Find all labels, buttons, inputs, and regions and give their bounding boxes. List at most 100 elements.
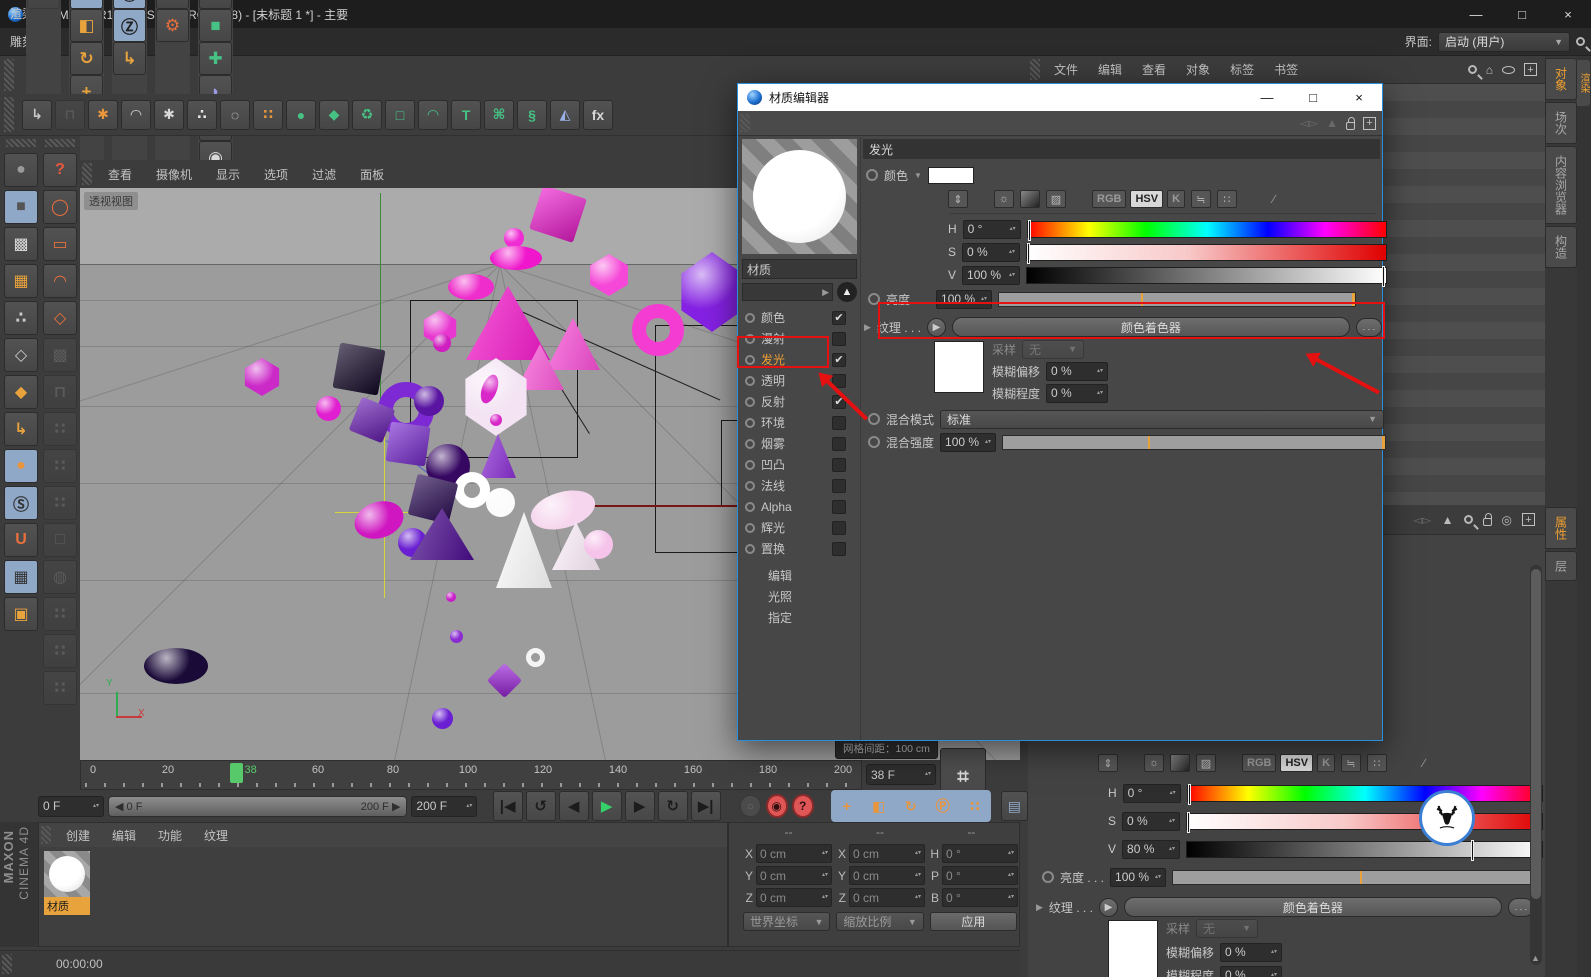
points-mode-icon[interactable]: ∴	[4, 301, 38, 335]
add-icon[interactable]: +	[1363, 116, 1376, 130]
hierarchy-icon[interactable]: ↳	[22, 99, 52, 130]
viewport-menu-item[interactable]: 选项	[252, 168, 300, 182]
coord-input[interactable]: 0 cm ▴▾	[849, 866, 925, 885]
minimize-button[interactable]: —	[1453, 0, 1499, 28]
globe-dim-icon[interactable]: ◍	[43, 560, 77, 594]
range-start-field[interactable]: 0 F ▴▾	[38, 795, 104, 817]
panel-tab[interactable]: 内容浏览器	[1545, 146, 1577, 224]
saturation-field[interactable]: 0 % ▴▾	[1122, 811, 1181, 831]
object-manager-menu-item[interactable]: 书签	[1264, 63, 1308, 77]
hue-slider[interactable]	[1186, 783, 1543, 805]
mograph-cluster-icon[interactable]: ✚	[199, 42, 232, 75]
dock-handle[interactable]	[6, 139, 36, 147]
channel-checkbox[interactable]	[832, 478, 846, 493]
texture-preview[interactable]	[1108, 920, 1158, 977]
channel-radio[interactable]	[745, 438, 755, 449]
search-icon[interactable]	[1463, 515, 1473, 524]
visibility-icon[interactable]	[1502, 65, 1515, 74]
expand-arrow-icon[interactable]: ▶	[1036, 902, 1043, 913]
timeline-range-slider[interactable]: ◀ 0 F 200 F ▶	[108, 795, 408, 817]
grid-pad-icon[interactable]: ∷	[43, 597, 77, 631]
next-key-button[interactable]: ↻	[657, 791, 688, 821]
grid-points-icon[interactable]: ∷	[253, 99, 283, 130]
channel-row[interactable]: 凹凸	[738, 454, 860, 475]
object-manager-menu-item[interactable]: 查看	[1132, 63, 1176, 77]
mix-strength-radio[interactable]	[868, 436, 880, 448]
channel-radio[interactable]	[745, 480, 755, 491]
prev-key-button[interactable]: ↺	[525, 791, 556, 821]
viewport-menu-item[interactable]: 过滤	[300, 168, 348, 182]
spinner-icon[interactable]: ▴▾	[466, 803, 472, 809]
polygon-points-icon[interactable]: ✱	[88, 99, 118, 130]
eyedropper-icon[interactable]: ∕	[1273, 192, 1275, 206]
rotate-icon[interactable]: ↻	[70, 42, 103, 75]
spectrum-icon[interactable]: ☼	[1144, 754, 1164, 772]
channel-radio[interactable]	[745, 375, 755, 386]
color-mode-chip[interactable]: HSV	[1130, 190, 1164, 208]
wire-cube-icon[interactable]: □	[385, 99, 415, 130]
channel-checkbox[interactable]	[832, 499, 846, 514]
close-button[interactable]: ×	[1545, 0, 1591, 28]
fx-icon[interactable]: fx	[583, 99, 613, 130]
viewport-menu-handle[interactable]	[82, 163, 92, 185]
texture-preset-button[interactable]: ▶	[1098, 897, 1118, 917]
channel-row[interactable]: 透明	[738, 370, 860, 391]
channel-extra-button[interactable]: 光照	[738, 586, 860, 607]
color-mode-chip[interactable]: HSV	[1280, 754, 1314, 772]
workplane-lock-icon[interactable]: ▦	[4, 560, 38, 594]
grid-pad-icon[interactable]: ∷	[43, 634, 77, 668]
coord-input[interactable]: 0 cm ▴▾	[756, 888, 832, 907]
keying-option-icon[interactable]: +	[832, 791, 862, 821]
scrollbar-thumb[interactable]	[1531, 569, 1541, 899]
keying-option-icon[interactable]: ∷	[960, 791, 990, 821]
channel-extra-button[interactable]: 指定	[738, 607, 860, 628]
preview-options-button[interactable]: ▲	[837, 282, 857, 302]
coord-input[interactable]: 0 cm ▴▾	[849, 844, 925, 863]
coord-input[interactable]: 0 ° ▴▾	[942, 888, 1018, 907]
material-name-label[interactable]: 材质	[44, 897, 90, 915]
channel-checkbox[interactable]	[832, 541, 846, 556]
channel-radio[interactable]	[745, 312, 755, 323]
grid-pad-icon[interactable]: ∷	[43, 486, 77, 520]
spline-pen-icon[interactable]: ◠	[121, 99, 151, 130]
color-radio[interactable]	[866, 169, 878, 181]
channel-radio[interactable]	[745, 459, 755, 470]
scroll-up-icon[interactable]: ▲	[1531, 953, 1540, 963]
swatches-icon[interactable]: ∷	[1367, 754, 1388, 772]
preview-shape-select[interactable]: ▶	[742, 283, 833, 301]
keyframe-selection-icon[interactable]: ○	[739, 794, 762, 818]
object-manager-menu-item[interactable]: 标签	[1220, 63, 1264, 77]
channel-row[interactable]: 环境	[738, 412, 860, 433]
goto-end-button[interactable]: ▶|	[690, 791, 721, 821]
panel-tab[interactable]: 层	[1545, 551, 1577, 581]
coordinate-system-icon[interactable]: ↳	[113, 42, 146, 75]
coord-input[interactable]: 0 ° ▴▾	[942, 866, 1018, 885]
gradient-icon[interactable]	[1020, 190, 1040, 208]
pen-tool-icon[interactable]: ∕	[199, 0, 232, 9]
interface-select[interactable]: 启动 (用户) ▼	[1438, 31, 1570, 52]
swirl-icon[interactable]: §	[517, 99, 547, 130]
home-icon[interactable]: ⌂	[1486, 63, 1493, 77]
expand-arrow-icon[interactable]: ▶	[864, 322, 871, 333]
hook-icon[interactable]: ⌘	[484, 99, 514, 130]
axis-mode-icon[interactable]: ↳	[4, 412, 38, 446]
rect-select-icon[interactable]: ▭	[43, 227, 77, 261]
search-icon[interactable]	[1576, 37, 1585, 46]
autokey-help-button[interactable]: ?	[791, 794, 814, 818]
lock-z-icon[interactable]: Ⓩ	[113, 9, 146, 42]
color-mode-chip[interactable]: K	[1167, 190, 1186, 208]
coord-input[interactable]: 0 cm ▴▾	[849, 888, 925, 907]
lock-icon[interactable]	[1482, 513, 1492, 526]
object-manager-handle[interactable]	[1030, 59, 1040, 80]
move-icon[interactable]: +	[70, 0, 103, 9]
uv-mode-icon[interactable]: ▦	[4, 264, 38, 298]
brightness-field[interactable]: 100 % ▴▾	[1110, 867, 1167, 887]
channel-checkbox[interactable]	[832, 331, 846, 346]
render-settings-icon[interactable]: ⚙	[156, 9, 189, 42]
spline-arc-icon[interactable]: ◠	[418, 99, 448, 130]
color-swatch[interactable]	[927, 166, 974, 184]
scale-icon[interactable]: ◧	[70, 9, 103, 42]
spinner-icon[interactable]: ▴▾	[93, 803, 99, 809]
dialog-toolbar-handle[interactable]	[740, 114, 750, 132]
channel-row[interactable]: 法线	[738, 475, 860, 496]
